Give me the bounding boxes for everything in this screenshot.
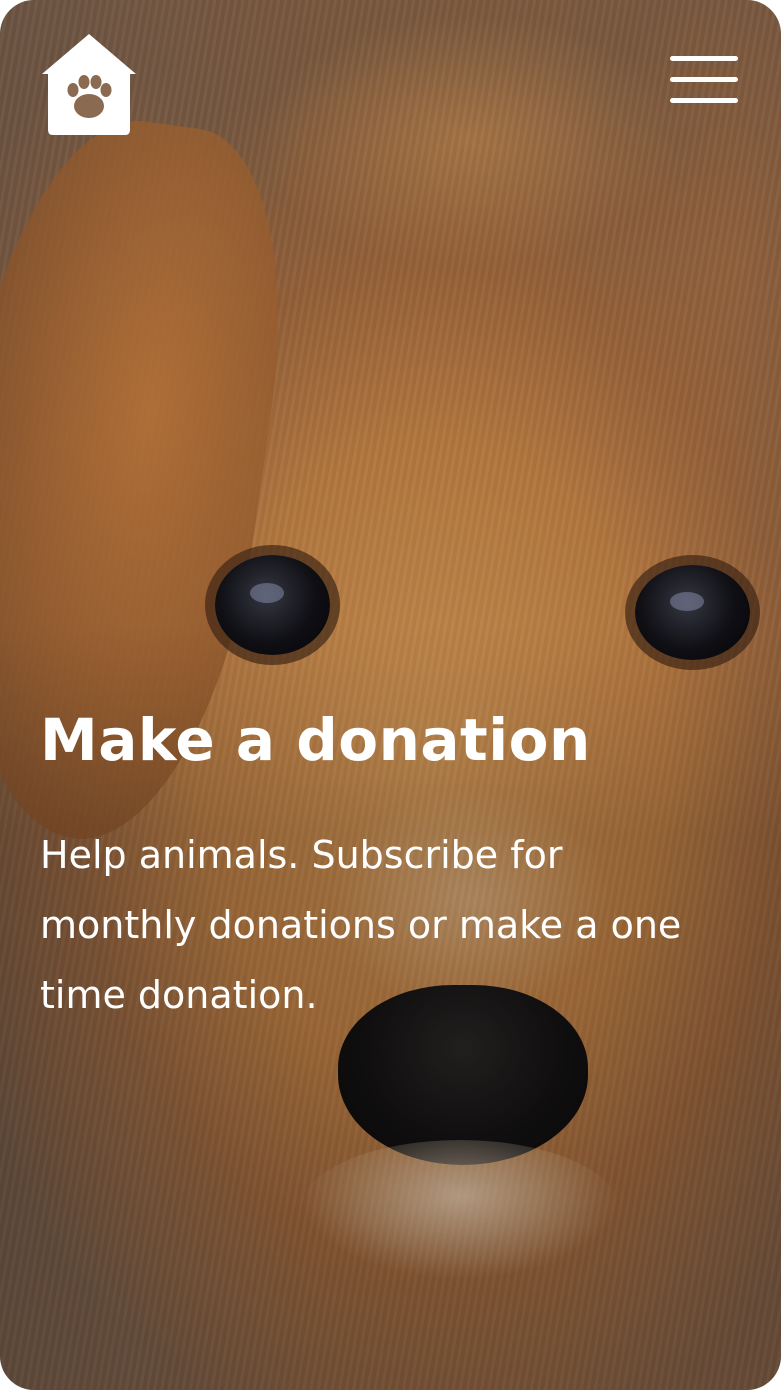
donation-screen: Make a donation Help animals. Subscribe … [0, 0, 781, 1390]
house-paw-icon[interactable] [40, 32, 138, 136]
background-overlay [0, 0, 781, 1390]
menu-line [670, 98, 738, 103]
hero-description: Help animals. Subscribe for monthly dona… [40, 833, 682, 1017]
hero-title: Make a donation [40, 706, 591, 774]
menu-line [670, 77, 738, 82]
hamburger-menu-icon[interactable] [670, 56, 740, 106]
menu-line [670, 56, 738, 61]
